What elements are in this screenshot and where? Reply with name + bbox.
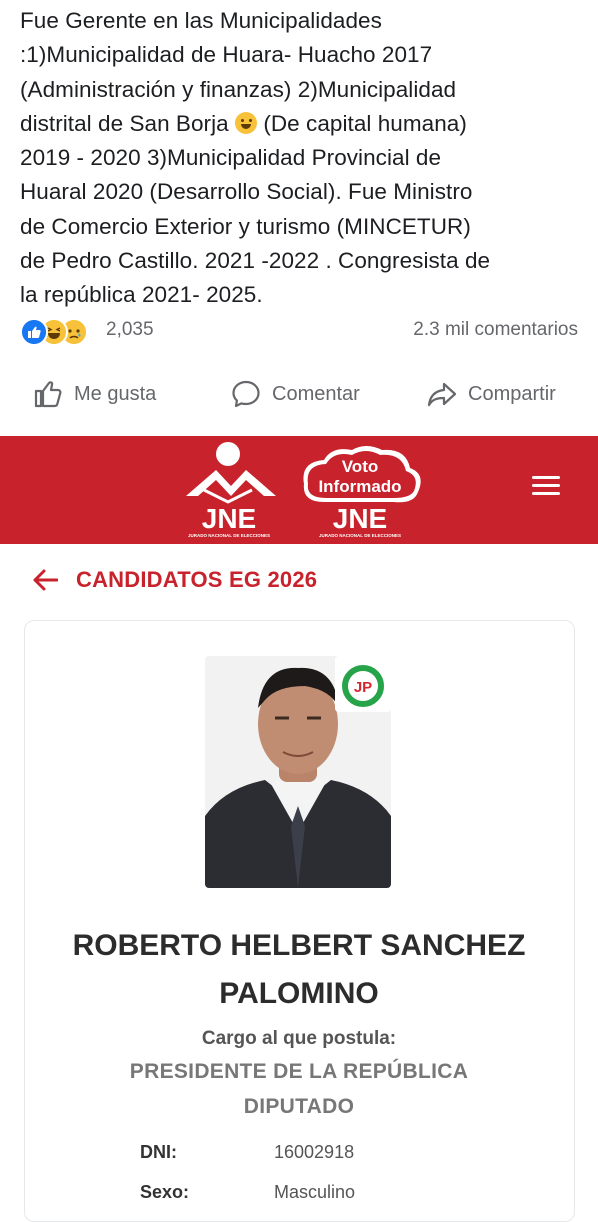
post-line-part: (De capital humana) [257, 110, 467, 136]
reaction-count[interactable]: 2,035 [106, 319, 154, 341]
page-title: CANDIDATOS EG 2026 [76, 567, 318, 592]
thumbs-up-icon [34, 381, 62, 408]
party-logo-icon: JP [335, 656, 391, 712]
jne-logo-text: JNE [202, 503, 256, 534]
comment-bubble-icon [232, 380, 260, 408]
back-arrow-icon[interactable] [32, 568, 58, 592]
comments-count[interactable]: 2.3 mil comentarios [413, 319, 578, 341]
post-line: Fue Gerente en las Municipalidades [20, 8, 382, 33]
post-line: de Comercio Exterior y turismo (MINCETUR… [20, 213, 471, 239]
voto-jne-text: JNE [333, 503, 387, 534]
post-actions: Me gusta Comentar Compartir [0, 370, 598, 420]
voto-informado-logo[interactable]: Voto Informado JNE JURADO NACIONAL DE EL… [290, 440, 430, 540]
post-line: :1)Municipalidad de Huara- Huacho 2017 [20, 42, 433, 68]
candidate-name-line1: ROBERTO HELBERT SANCHEZ [72, 929, 526, 962]
like-reaction-icon [20, 318, 48, 346]
hamburger-menu-icon[interactable] [532, 474, 560, 498]
comment-button[interactable]: Comentar [230, 370, 360, 418]
hug-emoji-icon [235, 111, 258, 134]
jne-logo-subtext: JURADO NACIONAL DE ELECCIONES [188, 533, 270, 538]
voto-line1: Voto [342, 457, 379, 476]
post-line: 2019 - 2020 3)Municipalidad Provincial d… [20, 145, 442, 171]
jne-logo[interactable]: JNE JURADO NACIONAL DE ELECCIONES [176, 440, 286, 540]
post-line: (Administración y finanzas) 2)Municipali… [20, 76, 457, 102]
like-label: Me gusta [74, 382, 157, 405]
comment-label: Comentar [272, 382, 360, 405]
dni-value: 16002918 [274, 1142, 355, 1162]
post-text: Fue Gerente en las Municipalidades :1)Mu… [20, 4, 585, 313]
share-label: Compartir [468, 382, 556, 405]
party-badge-text: JP [354, 679, 372, 696]
post-line: la república 2021- 2025. [20, 282, 263, 308]
post-line: Huaral 2020 (Desarrollo Social). Fue Min… [20, 179, 473, 205]
dni-label: DNI: [140, 1142, 177, 1162]
voto-line2: Informado [318, 477, 401, 496]
share-button[interactable]: Compartir [426, 370, 556, 418]
cargo-value-president: PRESIDENTE DE LA REPÚBLICA [129, 1060, 469, 1083]
post-line: de Pedro Castillo. 2021 -2022 . Congresi… [20, 248, 491, 274]
reactions-row: 2,035 2.3 mil comentarios [20, 316, 580, 346]
like-button[interactable]: Me gusta [32, 370, 156, 418]
candidate-name: ROBERTO HELBERT SANCHEZ PALOMINO [30, 922, 568, 1018]
reaction-icons[interactable] [20, 318, 106, 346]
candidate-name-line2: PALOMINO [219, 977, 379, 1010]
share-arrow-icon [427, 382, 457, 407]
cargo-value-diputado: DIPUTADO [243, 1095, 355, 1118]
post-line: distrital de San Borja (De capital human… [20, 107, 585, 141]
voto-jne-subtext: JURADO NACIONAL DE ELECCIONES [319, 533, 401, 538]
post-line-part: distrital de San Borja [20, 110, 229, 136]
cargo-label: Cargo al que postula: [201, 1028, 397, 1049]
